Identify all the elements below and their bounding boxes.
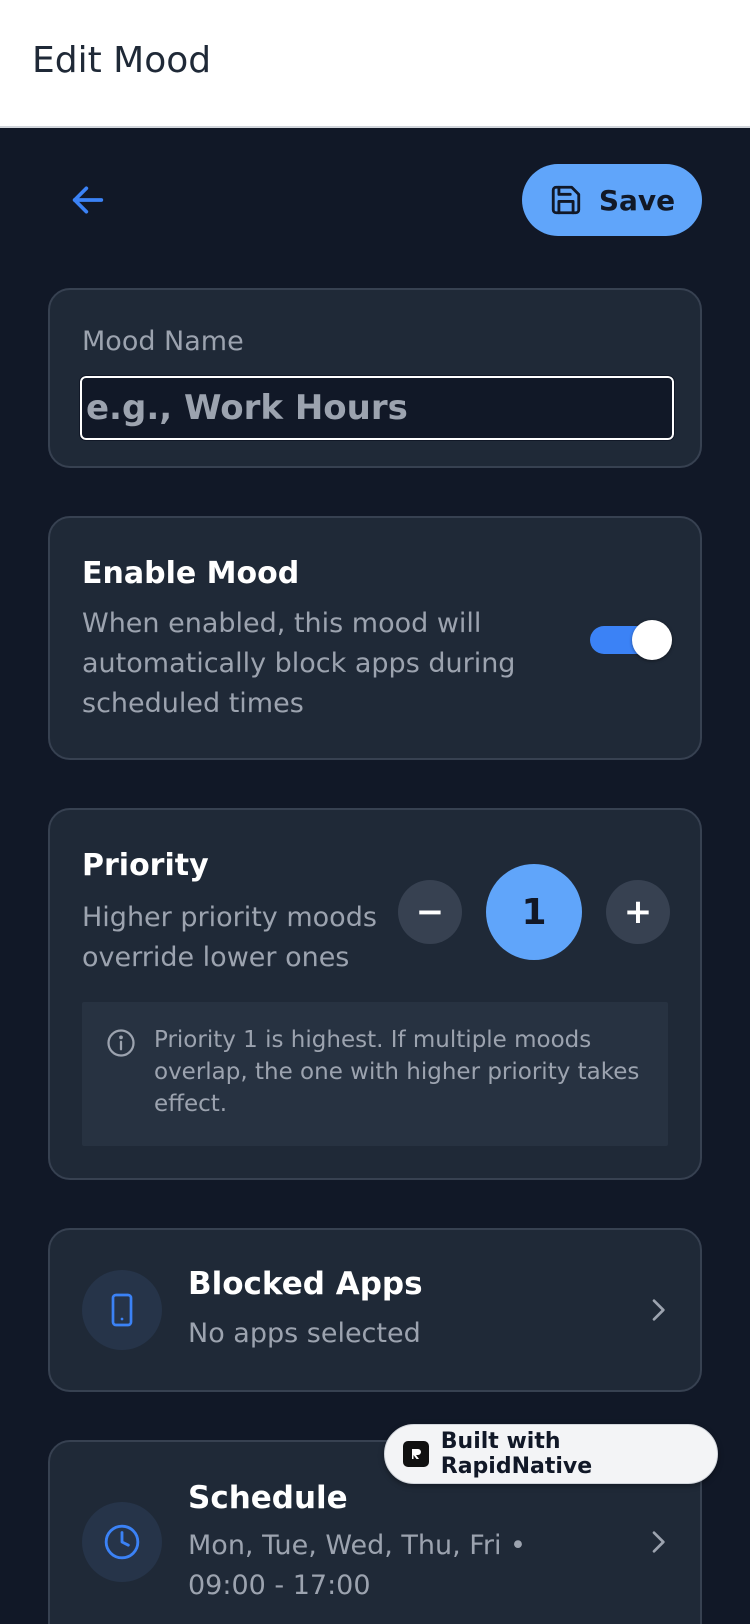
enable-mood-card: Enable Mood When enabled, this mood will… (48, 516, 702, 760)
mood-name-label: Mood Name (82, 326, 244, 357)
save-button[interactable]: Save (522, 164, 702, 236)
schedule-icon-circle (82, 1502, 162, 1582)
priority-value: 1 (486, 864, 582, 960)
rapidnative-logo-icon (403, 1441, 429, 1467)
enable-mood-description: When enabled, this mood will automatical… (82, 608, 516, 719)
built-with-rapidnative-badge[interactable]: Built with RapidNative (384, 1424, 718, 1484)
priority-increase-button[interactable]: + (606, 880, 670, 944)
rapidnative-mark-icon (411, 1449, 421, 1459)
blocked-apps-subtitle: No apps selected (188, 1318, 421, 1349)
priority-description: Higher priority moods override lower one… (82, 902, 377, 973)
blocked-apps-title: Blocked Apps (188, 1266, 423, 1302)
clock-icon (104, 1524, 140, 1560)
app-header: Edit Mood (0, 0, 750, 128)
info-icon (107, 1029, 135, 1057)
save-icon (551, 185, 581, 215)
schedule-subtitle: Mon, Tue, Wed, Thu, Fri • 09:00 - 17:00 (188, 1530, 526, 1601)
mood-name-input[interactable] (79, 375, 675, 441)
blocked-apps-card[interactable]: Blocked Apps No apps selected (48, 1228, 702, 1392)
phone-icon (111, 1293, 133, 1327)
save-button-label: Save (598, 183, 676, 217)
schedule-title: Schedule (188, 1480, 348, 1516)
priority-info-box: Priority 1 is highest. If multiple moods… (82, 1002, 668, 1146)
enable-mood-toggle[interactable] (590, 618, 672, 660)
enable-mood-title: Enable Mood (82, 556, 300, 591)
page-title: Edit Mood (32, 40, 212, 81)
chevron-right-icon (652, 1299, 665, 1321)
priority-title: Priority (82, 848, 209, 883)
priority-info-text: Priority 1 is highest. If multiple moods… (154, 1027, 640, 1117)
toggle-thumb (632, 620, 672, 660)
badge-label: Built with RapidNative (440, 1429, 593, 1479)
back-button[interactable] (60, 176, 116, 224)
priority-card: Priority Higher priority moods override … (48, 808, 702, 1180)
mood-name-card: Mood Name (48, 288, 702, 468)
priority-decrease-button[interactable]: − (398, 880, 462, 944)
arrow-left-icon (72, 186, 104, 214)
blocked-apps-icon-circle (82, 1270, 162, 1350)
chevron-right-icon (652, 1531, 665, 1553)
